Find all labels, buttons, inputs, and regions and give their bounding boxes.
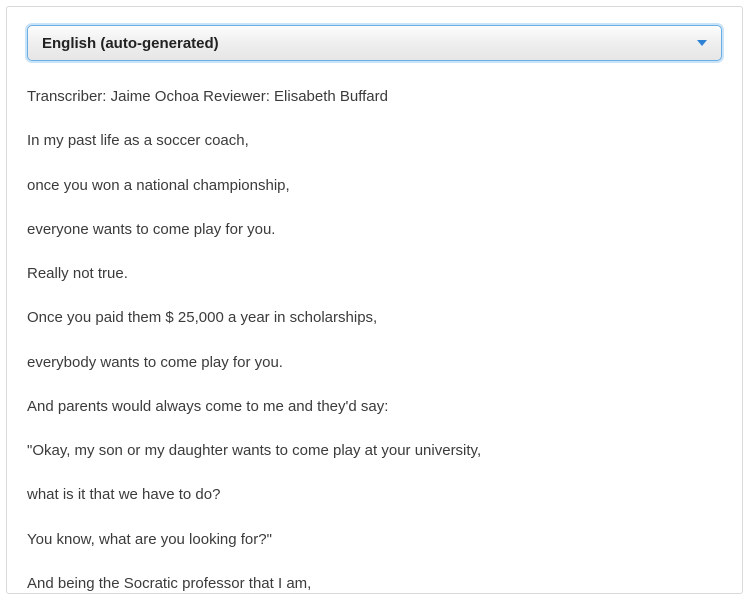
transcript-line: everyone wants to come play for you.	[27, 220, 722, 240]
transcript-line: And being the Socratic professor that I …	[27, 574, 722, 594]
transcript-line: Transcriber: Jaime Ochoa Reviewer: Elisa…	[27, 87, 722, 107]
transcript-line: Once you paid them $ 25,000 a year in sc…	[27, 308, 722, 328]
transcript-line: And parents would always come to me and …	[27, 397, 722, 417]
language-dropdown[interactable]: English (auto-generated)	[27, 25, 722, 61]
transcript-panel: English (auto-generated) Transcriber: Ja…	[6, 6, 743, 594]
transcript-line: once you won a national championship,	[27, 176, 722, 196]
transcript-line: Really not true.	[27, 264, 722, 284]
transcript-line: You know, what are you looking for?"	[27, 530, 722, 550]
transcript-line: everybody wants to come play for you.	[27, 353, 722, 373]
transcript-body: Transcriber: Jaime Ochoa Reviewer: Elisa…	[27, 87, 722, 594]
transcript-line: In my past life as a soccer coach,	[27, 131, 722, 151]
transcript-line: "Okay, my son or my daughter wants to co…	[27, 441, 722, 461]
transcript-line: what is it that we have to do?	[27, 485, 722, 505]
language-dropdown-label: English (auto-generated)	[42, 35, 697, 52]
chevron-down-icon	[697, 40, 707, 46]
